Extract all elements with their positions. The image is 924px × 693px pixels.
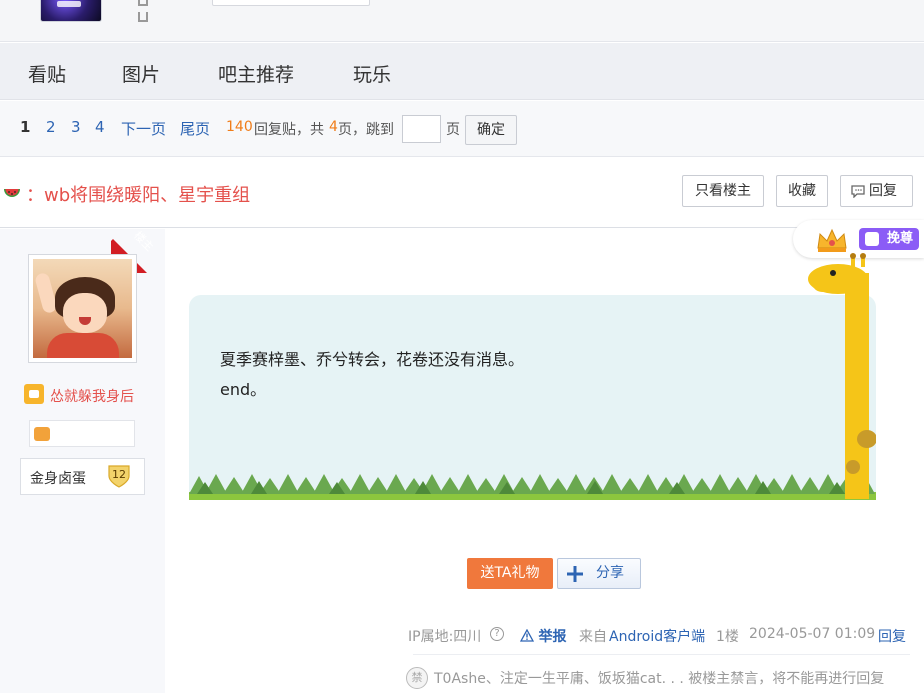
divider [413, 654, 910, 655]
giraffe-decoration [808, 253, 876, 499]
level-name: 金身卤蛋 [30, 471, 86, 487]
pagination: 1 2 3 4 下一页 尾页 140 回复贴，共 4 页，跳到 页 确定 [0, 101, 924, 157]
watermelon-icon [4, 189, 20, 197]
tab-threads[interactable]: 看贴 [28, 60, 66, 87]
share-label: 分享 [596, 565, 624, 581]
page-total: 4 [329, 119, 338, 135]
page-link-3[interactable]: 3 [71, 118, 81, 136]
post-content: 夏季赛梓墨、乔兮转会，花卷还没有消息。 end。 [189, 295, 876, 500]
level-number: 12 [112, 468, 126, 481]
forum-nav: 看贴 图片 吧主推荐 玩乐 [0, 43, 924, 100]
page-jump-confirm-button[interactable]: 确定 [465, 115, 517, 145]
avatar[interactable] [28, 254, 137, 363]
next-page-link[interactable]: 下一页 [121, 118, 166, 139]
hand-icon [865, 232, 879, 246]
ban-notice-text: T0Ashe、注定一生平庸、饭坂猫cat. . . 被楼主禁言，将不能再进行回复 [434, 671, 885, 687]
send-gift-button[interactable]: 送TA礼物 [467, 558, 553, 589]
forum-stats-fragment [384, 0, 644, 4]
search-input[interactable] [212, 0, 370, 6]
tab-recommended[interactable]: 吧主推荐 [218, 60, 294, 87]
level-shield-icon: 12 [108, 465, 130, 488]
thread-title-bar: ：wb将围绕暖阳、星宇重组 只看楼主 收藏 回复 [0, 158, 924, 228]
share-button[interactable]: 分享 [557, 558, 641, 589]
tab-fun[interactable]: 玩乐 [353, 60, 391, 87]
help-icon[interactable]: ? [490, 627, 504, 641]
member-badge-icon [24, 384, 44, 404]
jump-label: 页，跳到 [338, 122, 394, 138]
crown-icon [817, 228, 847, 252]
post-reply-link[interactable]: 回复 [878, 626, 906, 646]
last-page-link[interactable]: 尾页 [180, 118, 210, 139]
author-panel: 楼主 怂就躲我身后 金身卤蛋 12 [0, 229, 165, 693]
page-unit-label: 页 [446, 122, 460, 138]
forum-name-fragment [138, 0, 188, 22]
floor-number: 1楼 [716, 629, 739, 645]
favorite-button[interactable]: 收藏 [776, 175, 828, 207]
reply-button[interactable]: 回复 [840, 175, 913, 207]
post-line-2: end。 [220, 380, 267, 399]
forum-header [0, 0, 924, 42]
medal-icon[interactable] [34, 427, 50, 441]
page-link-4[interactable]: 4 [95, 118, 105, 136]
reply-count: 140 [226, 119, 253, 135]
medal-row [29, 420, 135, 447]
plus-icon [567, 566, 583, 582]
username-row[interactable]: 怂就躲我身后 [24, 384, 164, 406]
post-body: 夏季赛梓墨、乔兮转会，花卷还没有消息。 end。 [220, 345, 524, 405]
tab-images[interactable]: 图片 [122, 60, 160, 87]
support-button[interactable]: 挽尊 [859, 228, 919, 250]
post-line-1: 夏季赛梓墨、乔兮转会，花卷还没有消息。 [220, 350, 525, 369]
report-link[interactable]: 举报 [519, 626, 567, 646]
comment-icon [851, 185, 865, 198]
username[interactable]: 怂就躲我身后 [50, 386, 134, 406]
page-current: 1 [20, 118, 31, 136]
level-badge[interactable]: 金身卤蛋 12 [20, 458, 145, 495]
page-link-2[interactable]: 2 [46, 118, 56, 136]
reply-button-label: 回复 [869, 183, 897, 199]
report-label: 举报 [538, 629, 567, 645]
from-label: 来自 [579, 629, 607, 645]
grass-decoration [189, 474, 876, 500]
only-op-button[interactable]: 只看楼主 [682, 175, 764, 207]
ban-icon: 禁 [406, 667, 428, 689]
client-link[interactable]: Android客户端 [609, 626, 705, 646]
warning-icon [519, 628, 535, 642]
forum-avatar[interactable] [40, 0, 102, 22]
post-time: 2024-05-07 01:09 [749, 626, 876, 642]
ip-location: IP属地:四川 [408, 629, 482, 645]
thread-title: ：wb将围绕暖阳、星宇重组 [26, 185, 251, 206]
reply-label: 回复贴，共 [254, 122, 324, 138]
post-floor-1: 楼主 怂就躲我身后 金身卤蛋 12 挽尊 夏季赛梓墨、乔兮转会，花卷还没有消息。… [0, 220, 924, 693]
page-jump-input[interactable] [402, 115, 441, 143]
